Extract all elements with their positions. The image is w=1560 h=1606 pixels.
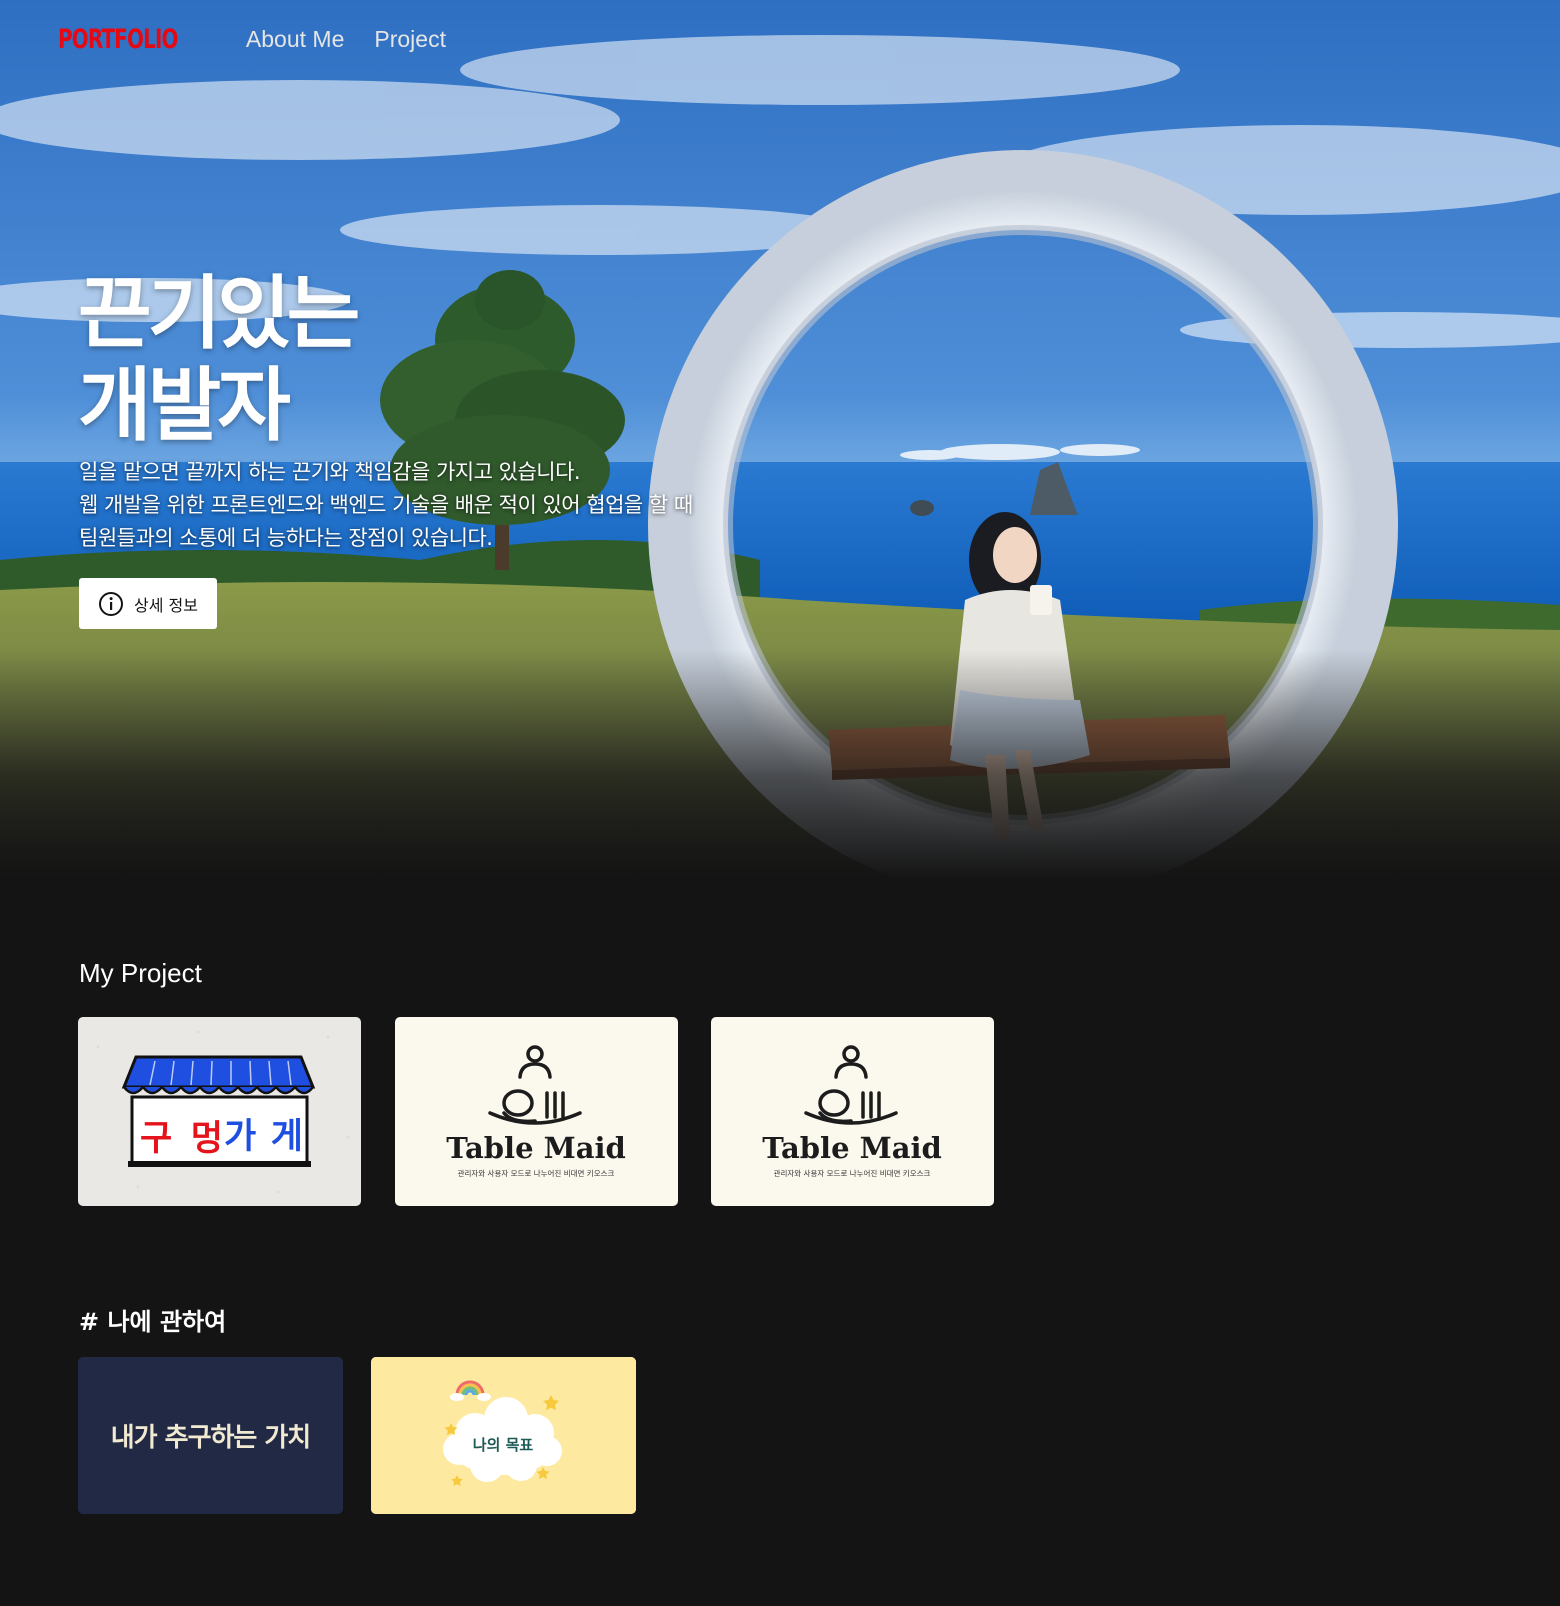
- portfolio-logo[interactable]: PORTFOLIO: [58, 24, 178, 55]
- about-card-values-label: 내가 추구하는 가치: [110, 1423, 311, 1453]
- about-card-goals[interactable]: 나의 목표: [371, 1357, 636, 1514]
- project-card-table-maid-1[interactable]: Table Maid 관리자와 사용자 모드로 나누어진 비대면 키오스크: [395, 1017, 678, 1206]
- table-maid-title: Table Maid: [762, 1131, 942, 1165]
- table-maid-subtitle: 관리자와 사용자 모드로 나누어진 비대면 키오스크: [458, 1168, 615, 1178]
- table-maid-logo: Table Maid 관리자와 사용자 모드로 나누어진 비대면 키오스크: [711, 1017, 994, 1206]
- hero-description-line-3: 팀원들과의 소통에 더 능하다는 장점이 있습니다.: [79, 526, 493, 550]
- table-maid-title: Table Maid: [446, 1131, 626, 1165]
- project-card-gumeong-gage[interactable]: 구멍 가게: [78, 1017, 361, 1206]
- top-navigation: PORTFOLIO About Me Project: [58, 18, 446, 60]
- hero-title-line-1: 끈기있는: [78, 267, 360, 360]
- hero-description: 일을 맡으면 끝까지 하는 끈기와 책임감을 가지고 있습니다. 웹 개발을 위…: [79, 456, 799, 555]
- hero-title: 끈기있는 개발자: [78, 268, 498, 452]
- about-card-goals-label: 나의 목표: [473, 1436, 534, 1454]
- hero-title-line-2: 개발자: [78, 359, 291, 452]
- table-maid-logo: Table Maid 관리자와 사용자 모드로 나누어진 비대면 키오스크: [395, 1017, 678, 1206]
- my-project-heading: My Project: [79, 958, 202, 988]
- hero-banner: PORTFOLIO About Me Project 끈기있는 개발자 일을 맡…: [0, 0, 1560, 880]
- more-info-button[interactable]: 상세 정보: [79, 578, 217, 629]
- about-card-values[interactable]: 내가 추구하는 가치: [78, 1357, 343, 1514]
- table-maid-subtitle: 관리자와 사용자 모드로 나누어진 비대면 키오스크: [774, 1168, 931, 1178]
- hero-description-line-1: 일을 맡으면 끝까지 하는 끈기와 책임감을 가지고 있습니다.: [79, 460, 581, 484]
- nav-link-about-me[interactable]: About Me: [246, 26, 344, 53]
- goals-cloud-illustration: 나의 목표: [371, 1357, 636, 1514]
- gumeong-gage-logo: 구멍 가게: [78, 1017, 361, 1206]
- hero-description-line-2: 웹 개발을 위한 프론트엔드와 백엔드 기술을 배운 적이 있어 협업을 할 때: [79, 493, 693, 517]
- hero-fade-overlay: [0, 650, 1560, 880]
- more-info-button-label: 상세 정보: [134, 595, 198, 615]
- project-card-table-maid-2[interactable]: Table Maid 관리자와 사용자 모드로 나누어진 비대면 키오스크: [711, 1017, 994, 1206]
- about-me-heading: # 나에 관하여: [79, 1308, 227, 1336]
- nav-link-project[interactable]: Project: [374, 26, 446, 53]
- info-circle-icon: [99, 591, 124, 616]
